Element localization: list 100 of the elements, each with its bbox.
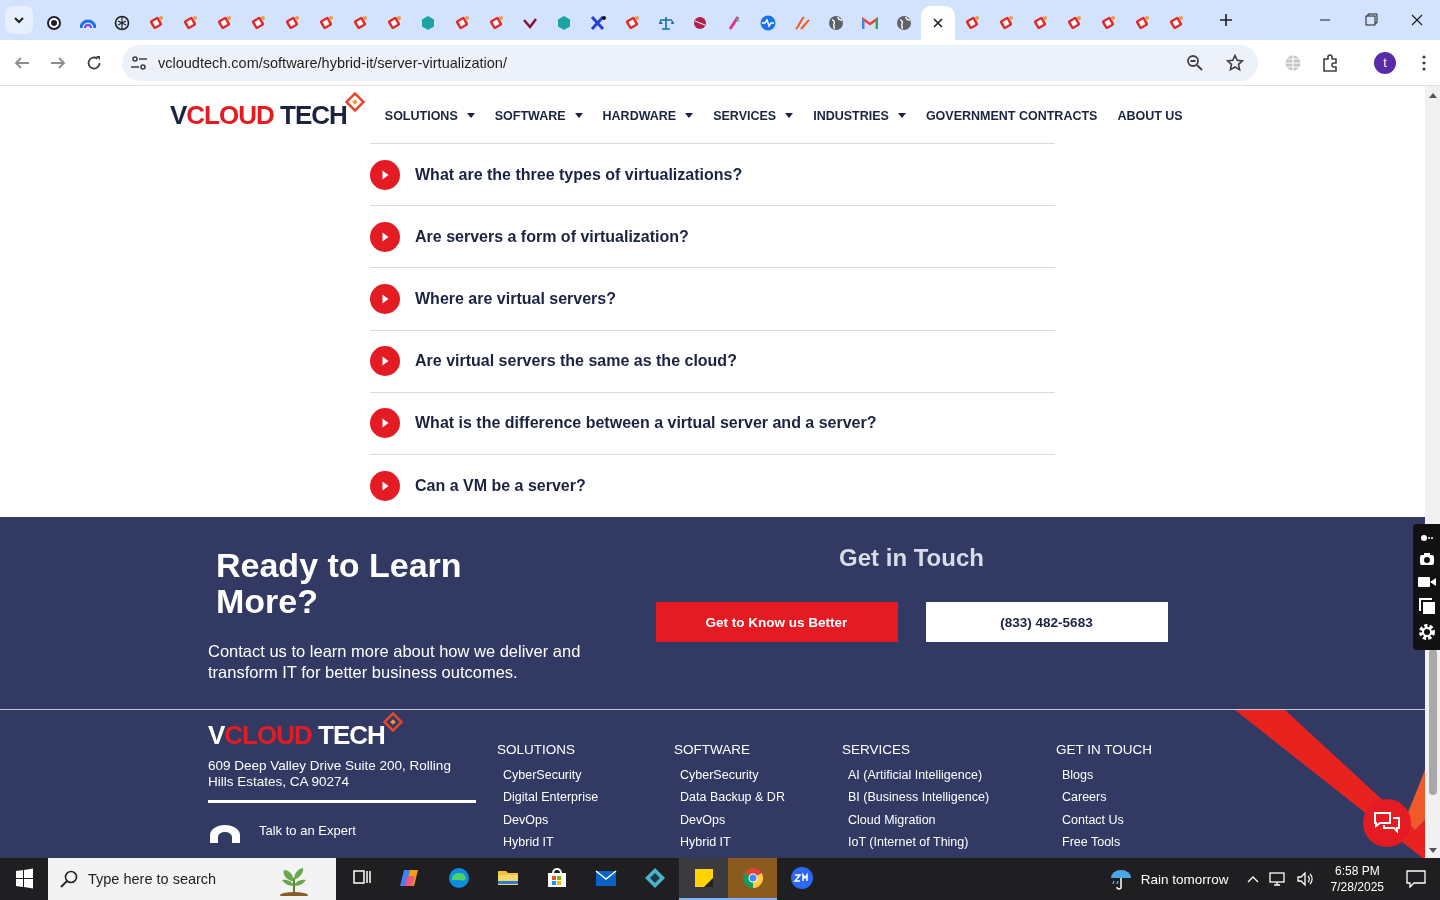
footer-link[interactable]: BI (Business Intelligence) (848, 786, 1056, 809)
caret-icon[interactable] (574, 113, 583, 118)
scale-icon (658, 15, 674, 31)
copy-icon[interactable] (1418, 597, 1435, 614)
expand-icon[interactable] (370, 346, 400, 377)
cta-text: Contact us to learn more about how we deliver and transform IT for better business outcomes. (208, 641, 582, 684)
hexagon-icon (556, 15, 572, 31)
address-bar[interactable]: vcloudtech.com/software/hybrid-it/server-virtualization/ (122, 44, 1258, 81)
cta-button[interactable]: Get to Know us Better (655, 602, 898, 643)
clock-date[interactable]: 7/28/2025 (1330, 879, 1384, 895)
edge-icon (446, 866, 471, 890)
footer-link[interactable]: AI (Artificial Intelligence) (848, 764, 1056, 787)
nav-link[interactable]: ABOUT US (1117, 108, 1183, 123)
phone-icon (208, 823, 242, 844)
nav-link[interactable]: SOLUTIONS (384, 108, 458, 123)
scroll-down-icon[interactable] (1428, 848, 1437, 854)
caret-icon[interactable] (685, 113, 694, 118)
tab-search-button[interactable] (5, 6, 33, 34)
menu-icon[interactable] (1422, 54, 1426, 71)
nav-link[interactable]: INDUSTRIES (813, 108, 889, 123)
scroll-thumb[interactable] (1428, 649, 1437, 795)
footer-link[interactable]: Careers (1062, 786, 1153, 809)
footer-link[interactable]: DevOps (503, 808, 674, 831)
weather-text[interactable]: Rain tomorrow (1140, 871, 1229, 887)
address-text: 609 Deep Valley Drive Suite 200, Rolling Hills Estates, CA 90274 (208, 758, 452, 791)
close-icon[interactable] (933, 18, 943, 28)
caret-icon[interactable] (785, 113, 794, 118)
back-icon[interactable] (14, 54, 30, 71)
notifications-icon[interactable] (1406, 870, 1426, 888)
nav-link[interactable]: HARDWARE (602, 108, 677, 123)
cta-button[interactable]: (833) 482-5683 (925, 602, 1168, 643)
globe-icon (828, 15, 844, 31)
logo[interactable]: VCLOUD TECH (208, 722, 385, 749)
circle-logo-icon (46, 15, 62, 31)
chat-icon (1374, 812, 1400, 834)
faq-question[interactable]: What is the difference between a virtual server and a server? (415, 414, 877, 433)
taskbar-app[interactable] (679, 858, 728, 900)
nav-link[interactable]: SOFTWARE (494, 108, 566, 123)
caret-icon (13, 14, 25, 26)
cta-heading: Ready to Learn More? (216, 547, 463, 620)
faq-question[interactable]: Are virtual servers the same as the cloud? (415, 352, 737, 371)
faq-question[interactable]: Are servers a form of virtualization? (415, 227, 689, 246)
caret-icon[interactable] (897, 113, 906, 118)
expand-icon[interactable] (370, 471, 400, 502)
slash-icon (794, 15, 810, 31)
footer-link[interactable]: Blogs (1062, 764, 1153, 787)
contact-label: Talk to an Expert (259, 823, 356, 841)
expand-icon[interactable] (370, 283, 400, 314)
weather-icon[interactable] (1108, 867, 1133, 891)
diamond-icon (344, 91, 365, 112)
mail-icon (862, 15, 878, 31)
expand-icon[interactable] (370, 159, 400, 190)
network-icon[interactable] (1268, 871, 1287, 887)
column-heading: SOFTWARE (674, 742, 751, 758)
reload-icon[interactable] (86, 54, 102, 71)
star-icon[interactable] (1226, 53, 1244, 72)
hexagon-icon (420, 15, 436, 31)
site-settings-icon[interactable] (130, 54, 148, 71)
footer-link[interactable]: IoT (Internet of Thing) (848, 831, 1056, 854)
globe-icon (896, 15, 912, 31)
footer-link[interactable]: CyberSecurity (680, 764, 842, 787)
nav-link[interactable]: GOVERNMENT CONTRACTS (925, 108, 1098, 123)
nav-link[interactable]: SERVICES (713, 108, 777, 123)
pen-icon (726, 15, 742, 31)
camera-icon[interactable] (1418, 552, 1435, 567)
footer-link[interactable]: Cloud Migration (848, 808, 1056, 831)
footer-link[interactable]: Hybrid IT (503, 831, 674, 854)
ball-icon (692, 15, 708, 31)
footer-link[interactable]: Data Backup & DR (680, 786, 842, 809)
search-field[interactable]: Type here to search (48, 858, 336, 900)
footer-link[interactable]: Hybrid IT (680, 831, 842, 854)
expand-icon[interactable] (370, 221, 400, 252)
pulse-icon (760, 15, 776, 31)
footer-link[interactable]: CyberSecurity (503, 764, 674, 787)
faq-question[interactable]: What are the three types of virtualizations? (415, 165, 743, 184)
settings-icon[interactable] (1417, 623, 1436, 642)
caret-icon[interactable] (466, 113, 475, 118)
expand-icon[interactable] (370, 408, 400, 439)
swirl-icon (114, 15, 130, 31)
chevron-up-icon[interactable] (1246, 875, 1259, 883)
profile-avatar[interactable]: t (1374, 51, 1396, 74)
url-text: vcloudtech.com/software/hybrid-it/server-virtualization/ (158, 54, 507, 71)
footer-link[interactable]: Contact Us (1062, 808, 1153, 831)
logo[interactable]: VCLOUD TECH (170, 101, 347, 128)
footer-link[interactable]: Digital Enterprise (503, 786, 674, 809)
volume-icon[interactable] (1296, 871, 1315, 887)
forward-icon[interactable] (50, 54, 66, 71)
scroll-up-icon[interactable] (1428, 92, 1437, 98)
more-icon[interactable] (1419, 532, 1434, 543)
zoom-out-icon[interactable] (1186, 53, 1204, 72)
faq-question[interactable]: Where are virtual servers? (415, 289, 616, 308)
footer-link[interactable]: Free Tools (1062, 831, 1153, 854)
video-icon[interactable] (1417, 576, 1436, 588)
chrome-icon (740, 866, 765, 890)
footer-link[interactable]: DevOps (680, 808, 842, 831)
clock-time[interactable]: 6:58 PM (1334, 863, 1380, 879)
new-tab-icon[interactable] (1219, 13, 1233, 27)
extensions-icon[interactable] (1322, 53, 1340, 72)
faq-question[interactable]: Can a VM be a server? (415, 477, 586, 496)
column-heading: SERVICES (842, 742, 912, 758)
